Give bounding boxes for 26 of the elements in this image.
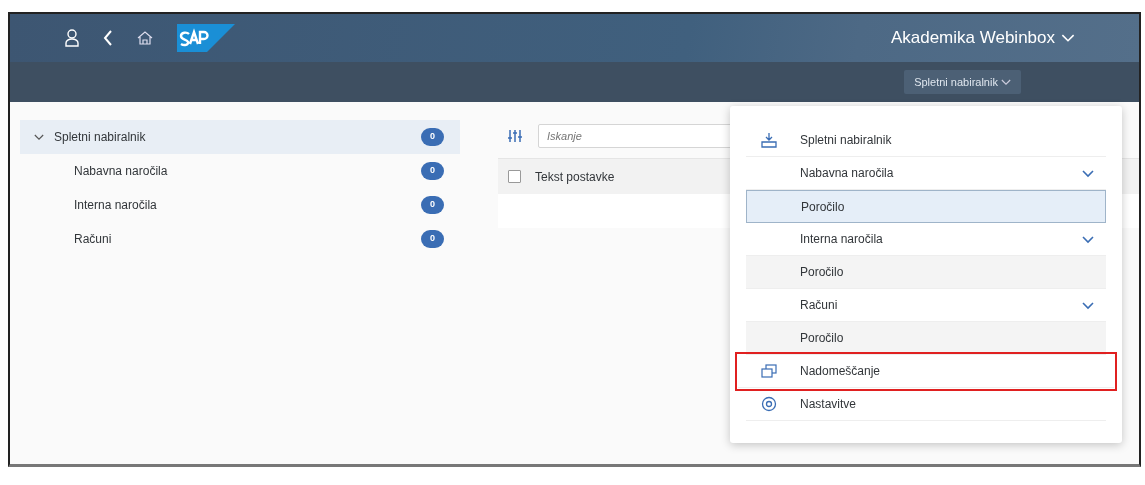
sidebar-item[interactable]: Spletni nabiralnik 0 — [20, 120, 460, 154]
inbox-selector-button[interactable]: Spletni nabiralnik — [904, 69, 1021, 95]
app-title-button[interactable]: Akademika Webinbox — [884, 24, 1081, 52]
caret-icon — [1001, 79, 1011, 87]
sidebar-item[interactable]: Računi 0 — [20, 222, 460, 256]
select-all-checkbox[interactable] — [508, 170, 521, 183]
count-badge: 0 — [421, 196, 444, 214]
sidebar-item[interactable]: Nabavna naročila 0 — [20, 154, 460, 188]
count-badge: 0 — [421, 162, 444, 180]
count-badge: 0 — [421, 230, 444, 248]
count-badge: 0 — [421, 128, 444, 146]
menu-item[interactable]: Spletni nabiralnik — [746, 124, 1106, 157]
sidebar-item[interactable]: Interna naročila 0 — [20, 188, 460, 222]
filter-icon[interactable] — [508, 129, 522, 143]
back-icon[interactable] — [103, 30, 113, 46]
home-icon[interactable] — [137, 31, 153, 45]
menu-item[interactable]: Poročilo — [746, 322, 1106, 355]
column-header: Tekst postavke — [535, 168, 615, 186]
collapse-icon[interactable] — [34, 133, 44, 141]
menu-item[interactable]: Poročilo — [746, 256, 1106, 289]
caret-icon — [1061, 33, 1075, 43]
logo[interactable] — [177, 24, 235, 52]
menu-item[interactable]: Nadomeščanje — [738, 355, 1114, 388]
user-icon[interactable] — [65, 29, 79, 47]
menu-item[interactable]: Poročilo — [746, 190, 1106, 223]
menu-item[interactable]: Nastavitve — [746, 388, 1106, 421]
